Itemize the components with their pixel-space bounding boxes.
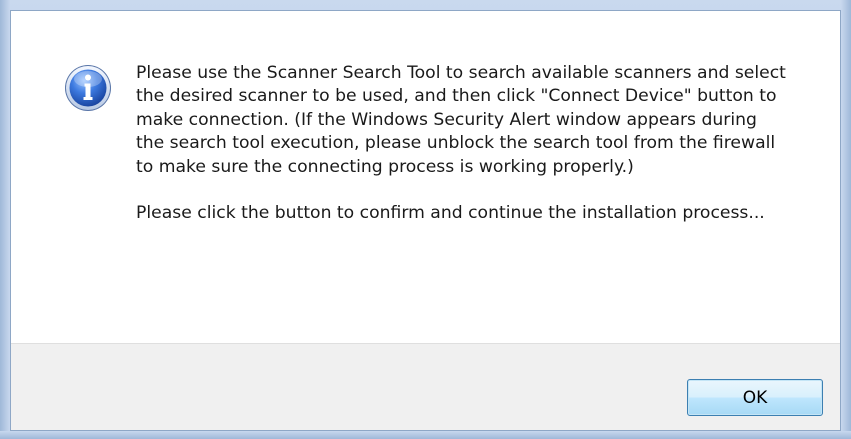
dialog-client-area: Please use the Scanner Search Tool to se… (10, 10, 841, 431)
ok-button[interactable]: OK (687, 379, 823, 416)
message-paragraph-confirm: Please click the button to confirm and c… (136, 203, 765, 224)
dialog-content: Please use the Scanner Search Tool to se… (11, 11, 840, 343)
message-paragraph-instructions: Please use the Scanner Search Tool to se… (136, 63, 786, 177)
dialog-window-frame: Please use the Scanner Search Tool to se… (0, 0, 851, 439)
window-border-bottom (0, 431, 851, 439)
window-border-left (0, 0, 10, 439)
dialog-button-bar: OK (11, 343, 840, 430)
window-border-right (841, 0, 851, 439)
dialog-message: Please use the Scanner Search Tool to se… (136, 62, 786, 226)
information-icon (64, 64, 112, 112)
